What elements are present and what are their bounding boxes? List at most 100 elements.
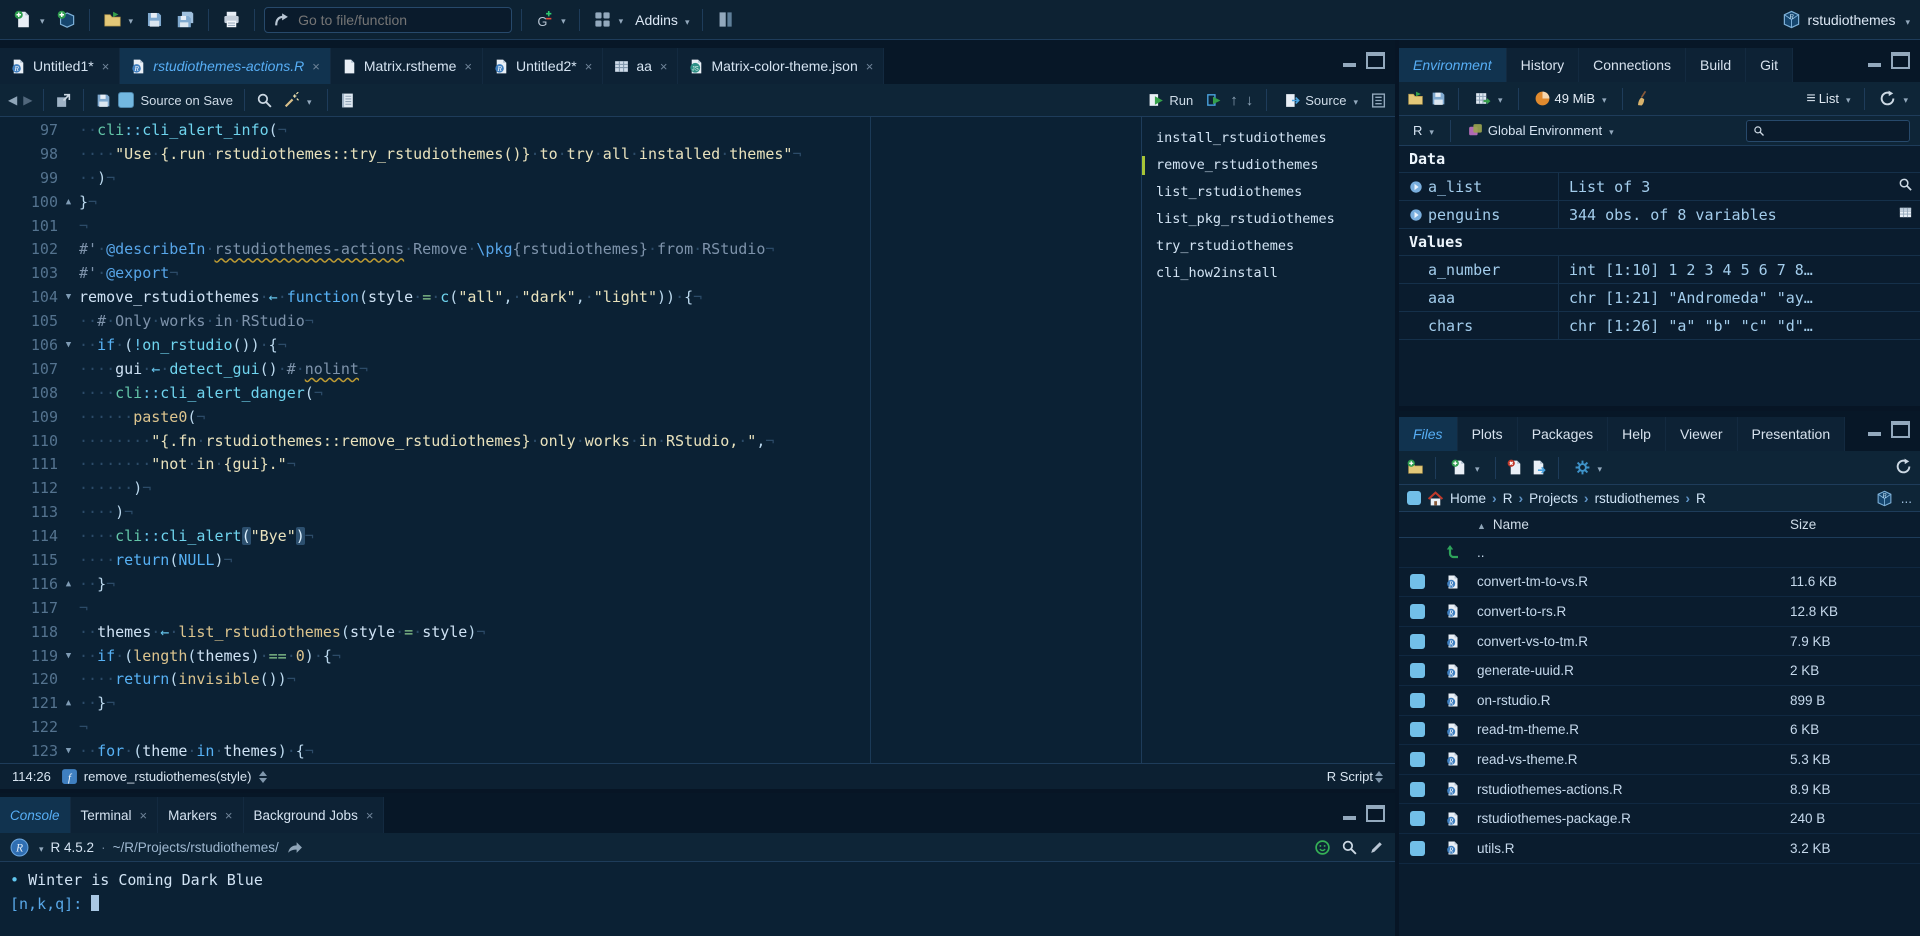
close-icon[interactable] <box>140 808 148 823</box>
maximize-icon[interactable] <box>1366 805 1385 822</box>
outline-item[interactable]: list_rstudiothemes <box>1142 179 1395 206</box>
new-folder-icon[interactable] <box>1407 459 1424 476</box>
environment-scope-selector[interactable]: Global Environment <box>1463 120 1618 141</box>
memory-usage-button[interactable]: 49 MiB <box>1530 88 1611 109</box>
tab-packages[interactable]: Packages <box>1518 417 1608 451</box>
maximize-icon[interactable] <box>1891 52 1910 69</box>
file-checkbox[interactable] <box>1410 811 1425 826</box>
breadcrumb-item[interactable]: Projects <box>1529 491 1578 506</box>
console-tab[interactable]: Terminal <box>71 797 159 833</box>
environment-search-input[interactable] <box>1770 123 1884 139</box>
source-on-save-checkbox[interactable] <box>118 92 134 108</box>
go-to-directory-icon[interactable] <box>286 839 303 856</box>
delete-file-icon[interactable] <box>1507 459 1524 476</box>
name-column-header[interactable]: Name <box>1471 517 1790 532</box>
clear-console-icon[interactable] <box>1368 839 1385 856</box>
file-name[interactable]: read-vs-theme.R <box>1471 752 1790 767</box>
file-row[interactable]: Rconvert-to-rs.R12.8 KB <box>1399 597 1920 627</box>
tab-presentation[interactable]: Presentation <box>1738 417 1846 451</box>
file-checkbox[interactable] <box>1410 841 1425 856</box>
save-icon[interactable] <box>95 92 112 109</box>
file-checkbox[interactable] <box>1410 693 1425 708</box>
console-tab[interactable]: Background Jobs <box>244 797 385 833</box>
new-file-button[interactable] <box>10 8 49 31</box>
console-output[interactable]: • Winter is Coming Dark Blue[n,k,q]: <box>0 862 1395 916</box>
outline-item[interactable]: remove_rstudiothemes <box>1142 152 1395 179</box>
run-button[interactable]: Run <box>1144 90 1197 111</box>
file-name[interactable]: generate-uuid.R <box>1471 663 1790 678</box>
close-icon[interactable] <box>866 59 874 74</box>
file-checkbox[interactable] <box>1410 634 1425 649</box>
minimize-icon[interactable] <box>1343 808 1356 820</box>
tab-help[interactable]: Help <box>1608 417 1666 451</box>
find-replace-icon[interactable] <box>256 92 273 109</box>
editor-tab[interactable]: Rrstudiothemes-actions.R <box>120 48 331 84</box>
code-tools-button[interactable] <box>279 90 316 111</box>
tab-connections[interactable]: Connections <box>1579 48 1686 82</box>
run-previous-icon[interactable]: ↑ <box>1230 92 1238 109</box>
popout-icon[interactable] <box>55 92 72 109</box>
close-icon[interactable] <box>102 59 110 74</box>
file-checkbox[interactable] <box>1410 604 1425 619</box>
load-workspace-icon[interactable] <box>1407 90 1424 107</box>
addins-button[interactable]: Addins <box>631 10 693 30</box>
project-selector[interactable]: R rstudiothemes <box>1782 10 1910 29</box>
file-row[interactable]: Rrstudiothemes-actions.R8.9 KB <box>1399 775 1920 805</box>
language-selector[interactable]: R <box>1409 121 1438 140</box>
expand-icon[interactable] <box>1409 208 1423 222</box>
panel-layout-button[interactable] <box>712 8 739 31</box>
tab-git[interactable]: Git <box>1746 48 1793 82</box>
project-cube-icon[interactable]: R <box>1876 490 1893 507</box>
file-checkbox[interactable] <box>1410 722 1425 737</box>
memory-status-icon[interactable] <box>1314 839 1331 856</box>
parent-directory-row[interactable]: .. <box>1399 538 1920 568</box>
code-editor[interactable]: 97··cli::cli_alert_info(¬98····"Use·{.ru… <box>0 117 1395 763</box>
file-checkbox[interactable] <box>1410 752 1425 767</box>
breadcrumb-item[interactable]: R <box>1503 491 1513 506</box>
tab-plots[interactable]: Plots <box>1458 417 1518 451</box>
outline-item[interactable]: cli_how2install <box>1142 260 1395 287</box>
file-checkbox[interactable] <box>1410 663 1425 678</box>
file-row[interactable]: Ron-rstudio.R899 B <box>1399 686 1920 716</box>
tab-history[interactable]: History <box>1507 48 1580 82</box>
file-row[interactable]: Rread-tm-theme.R6 KB <box>1399 716 1920 746</box>
file-name[interactable]: read-tm-theme.R <box>1471 722 1790 737</box>
more-file-commands-button[interactable] <box>1570 457 1607 478</box>
minimize-icon[interactable] <box>1868 424 1881 436</box>
more-breadcrumb-button[interactable]: ... <box>1901 491 1912 506</box>
editor-tab[interactable]: JSMatrix-color-theme.json <box>678 48 884 84</box>
file-name[interactable]: on-rstudio.R <box>1471 693 1790 708</box>
refresh-icon[interactable] <box>1895 458 1912 475</box>
file-row[interactable]: Rutils.R3.2 KB <box>1399 834 1920 864</box>
refresh-environment-button[interactable] <box>1875 88 1912 109</box>
home-icon[interactable] <box>1427 490 1444 507</box>
rename-file-icon[interactable] <box>1530 459 1547 476</box>
forward-button[interactable]: ▶ <box>23 93 32 107</box>
r-logo-icon[interactable]: R <box>10 838 29 857</box>
view-table-icon[interactable] <box>1898 205 1913 220</box>
minimize-icon[interactable] <box>1868 55 1881 67</box>
goto-file-input[interactable] <box>296 11 503 29</box>
document-outline-icon[interactable] <box>1370 92 1387 109</box>
import-dataset-button[interactable] <box>1470 88 1507 109</box>
environment-object-row[interactable]: aaachr [1:21] "Andromeda" "ay… <box>1399 284 1920 312</box>
environment-object-row[interactable]: charschr [1:26] "a" "b" "c" "d"… <box>1399 312 1920 340</box>
outline-item[interactable]: install_rstudiothemes <box>1142 125 1395 152</box>
search-console-icon[interactable] <box>1341 839 1358 856</box>
breadcrumb-item[interactable]: Home <box>1450 491 1486 506</box>
outline-item[interactable]: try_rstudiothemes <box>1142 233 1395 260</box>
select-all-checkbox[interactable] <box>1407 491 1421 505</box>
close-icon[interactable] <box>366 808 374 823</box>
tab-files[interactable]: Files <box>1399 417 1458 451</box>
breadcrumb-item[interactable]: rstudiothemes <box>1595 491 1680 506</box>
print-button[interactable] <box>218 8 245 31</box>
save-workspace-icon[interactable] <box>1430 90 1447 107</box>
file-name[interactable]: convert-tm-to-vs.R <box>1471 574 1790 589</box>
workspace-panes-button[interactable] <box>589 8 628 31</box>
outline-item[interactable]: list_pkg_rstudiothemes <box>1142 206 1395 233</box>
tab-build[interactable]: Build <box>1686 48 1746 82</box>
close-icon[interactable] <box>660 59 668 74</box>
clear-objects-icon[interactable] <box>1634 90 1651 107</box>
tab-environment[interactable]: Environment <box>1399 48 1507 82</box>
maximize-icon[interactable] <box>1366 52 1385 69</box>
